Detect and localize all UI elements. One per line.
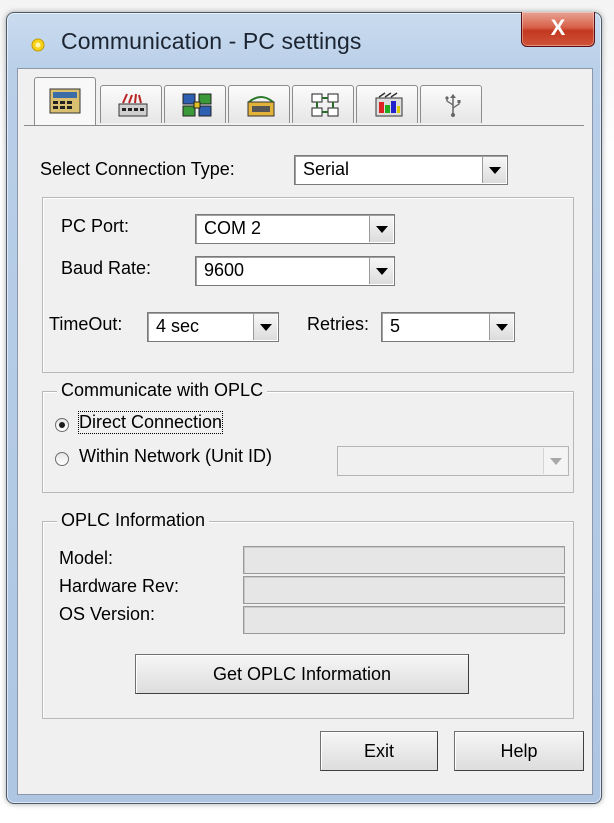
- tab-memory[interactable]: [34, 77, 96, 125]
- tab-data-color[interactable]: [356, 85, 418, 123]
- memory-icon: [49, 88, 81, 114]
- usb-icon: [445, 94, 461, 117]
- communicate-legend: Communicate with OPLC: [57, 380, 268, 401]
- retries-label: Retries:: [307, 314, 370, 334]
- baud-rate-label: Baud Rate:: [61, 258, 152, 278]
- tab-network-nodes[interactable]: [292, 85, 354, 123]
- chevron-down-icon[interactable]: [482, 157, 506, 183]
- network-nodes-icon: [311, 93, 339, 117]
- model-label: Model:: [59, 548, 114, 568]
- hardware-rev-label: Hardware Rev:: [59, 576, 180, 596]
- tab-strip: [24, 75, 584, 127]
- pc-port-value: COM 2: [204, 218, 262, 238]
- dialog-client-area: Select Connection Type: Serial PC Port: …: [17, 68, 593, 795]
- chevron-down-icon[interactable]: [489, 314, 513, 340]
- tab-modem[interactable]: [228, 85, 290, 123]
- serial-settings-group: PC Port: COM 2 Baud Rate: 9600 TimeOut: …: [42, 197, 574, 373]
- get-oplc-info-button[interactable]: Get OPLC Information: [135, 654, 469, 694]
- network-grid-icon: [182, 93, 212, 117]
- pc-port-select[interactable]: COM 2: [195, 214, 395, 244]
- hardware-rev-field: [243, 576, 565, 604]
- within-network-radio[interactable]: [55, 452, 69, 466]
- within-network-label[interactable]: Within Network (Unit ID): [79, 446, 272, 467]
- modem-icon: [247, 96, 275, 117]
- timeout-label: TimeOut:: [49, 314, 123, 334]
- title-bar[interactable]: Communication - PC settings X: [7, 12, 601, 65]
- tab-io-module[interactable]: [100, 85, 162, 123]
- os-version-label: OS Version:: [59, 604, 156, 624]
- direct-connection-label[interactable]: Direct Connection: [77, 411, 224, 434]
- oplc-info-legend: OPLC Information: [57, 510, 210, 531]
- os-version-field: [243, 606, 565, 634]
- unit-id-select[interactable]: [337, 446, 569, 476]
- data-color-icon: [375, 92, 403, 117]
- baud-rate-select[interactable]: 9600: [195, 256, 395, 286]
- close-icon: X: [550, 15, 566, 40]
- connection-type-select[interactable]: Serial: [294, 155, 508, 185]
- oplc-info-group: OPLC Information Model: Hardware Rev: OS…: [42, 510, 574, 719]
- timeout-select[interactable]: 4 sec: [147, 312, 279, 342]
- direct-connection-radio[interactable]: [55, 418, 69, 432]
- communicate-group: Communicate with OPLC Direct Connection …: [42, 380, 574, 493]
- window-title: Communication - PC settings: [61, 28, 362, 54]
- connection-type-value: Serial: [303, 159, 350, 179]
- connection-type-label: Select Connection Type:: [40, 159, 235, 179]
- chevron-down-icon[interactable]: [369, 216, 393, 242]
- baud-rate-value: 9600: [204, 260, 245, 280]
- model-field: [243, 546, 565, 574]
- tab-network-grid[interactable]: [164, 85, 226, 123]
- chevron-down-icon[interactable]: [369, 258, 393, 284]
- tab-usb[interactable]: [420, 85, 482, 123]
- chevron-down-icon[interactable]: [253, 314, 277, 340]
- communication-settings-window: Communication - PC settings X Select Con…: [6, 12, 602, 804]
- exit-button[interactable]: Exit: [320, 731, 438, 771]
- io-module-icon: [118, 93, 148, 117]
- retries-select[interactable]: 5: [381, 312, 515, 342]
- help-button[interactable]: Help: [454, 731, 584, 771]
- close-button[interactable]: X: [521, 12, 595, 47]
- pc-port-label: PC Port:: [61, 216, 130, 236]
- tab-baseline: [24, 125, 584, 126]
- chevron-down-icon[interactable]: [543, 448, 567, 474]
- app-icon: [31, 38, 45, 52]
- timeout-value: 4 sec: [156, 316, 200, 336]
- retries-value: 5: [390, 316, 401, 336]
